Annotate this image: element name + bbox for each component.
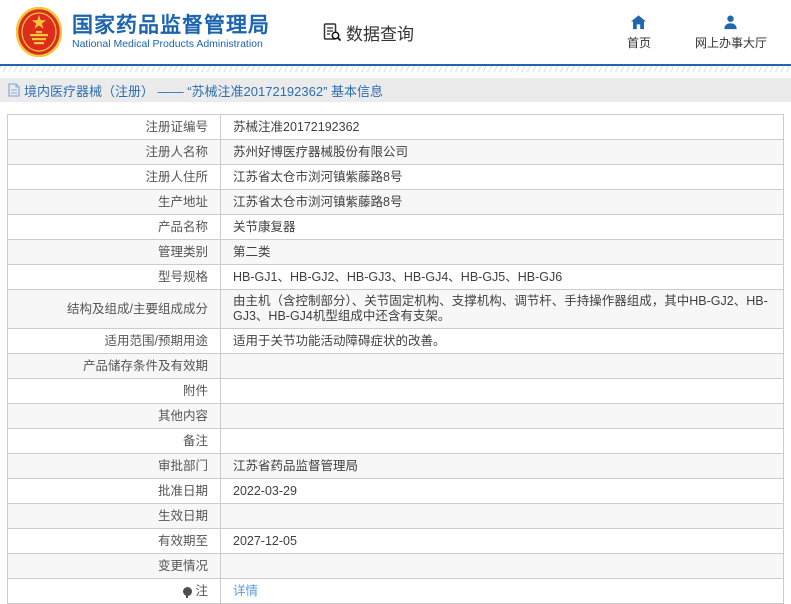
- table-row: 注册人住所 江苏省太仓市浏河镇紫藤路8号: [7, 164, 784, 190]
- table-row: 型号规格 HB-GJ1、HB-GJ2、HB-GJ3、HB-GJ4、HB-GJ5、H…: [7, 264, 784, 290]
- national-emblem-icon: [16, 7, 62, 57]
- site-title: 国家药品监督管理局: [72, 13, 270, 37]
- field-value: 2022-03-29: [220, 478, 784, 504]
- nav-item-service-hall[interactable]: 网上办事大厅: [695, 14, 767, 51]
- table-row: 产品名称 关节康复器: [7, 214, 784, 240]
- table-row: 批准日期 2022-03-29: [7, 478, 784, 504]
- field-value: 江苏省太仓市浏河镇紫藤路8号: [220, 164, 784, 190]
- nav-home-label: 首页: [626, 35, 651, 50]
- header-nav: 首页 网上办事大厅: [617, 14, 777, 51]
- table-row: 产品储存条件及有效期: [7, 353, 784, 379]
- field-value: [220, 378, 784, 404]
- table-row: 管理类别 第二类: [7, 239, 784, 265]
- user-icon: [724, 15, 738, 29]
- table-row: 审批部门 江苏省药品监督管理局: [7, 453, 784, 479]
- document-icon: [8, 83, 20, 97]
- table-row: 变更情况: [7, 553, 784, 579]
- nmpa-logo[interactable]: 国家药品监督管理局 National Medical Products Admi…: [16, 7, 270, 57]
- info-table-body: 注册证编号 苏械注准20172192362 注册人名称 苏州好博医疗器械股份有限公司注…: [7, 114, 784, 604]
- field-value: 第二类: [220, 239, 784, 265]
- field-label: 产品储存条件及有效期: [7, 353, 221, 379]
- field-label: 结构及组成/主要组成成分: [7, 289, 221, 329]
- note-icon: [183, 586, 193, 598]
- table-row: 注详情: [7, 578, 784, 604]
- field-value: 江苏省太仓市浏河镇紫藤路8号: [220, 189, 784, 215]
- field-label: 有效期至: [7, 528, 221, 554]
- data-query-label: 数据查询: [346, 24, 414, 44]
- document-search-icon: [323, 23, 342, 42]
- table-row: 有效期至 2027-12-05: [7, 528, 784, 554]
- table-row: 结构及组成/主要组成成分 由主机（含控制部分）、关节固定机构、支撑机构、调节杆、手…: [7, 289, 784, 329]
- field-value: HB-GJ1、HB-GJ2、HB-GJ3、HB-GJ4、HB-GJ5、HB-GJ…: [220, 264, 784, 290]
- field-label: 注册证编号: [7, 114, 221, 140]
- field-value: [220, 503, 784, 529]
- field-value: [220, 353, 784, 379]
- field-label: 备注: [7, 428, 221, 454]
- nav-service-hall-label: 网上办事大厅: [694, 35, 767, 50]
- field-value: [220, 428, 784, 454]
- breadcrumb: 境内医疗器械（注册） —— “苏械注准20172192362” 基本信息: [0, 78, 791, 102]
- table-row: 注册人名称 苏州好博医疗器械股份有限公司: [7, 139, 784, 165]
- field-value: 苏州好博医疗器械股份有限公司: [220, 139, 784, 165]
- field-label: 型号规格: [7, 264, 221, 290]
- field-label: 产品名称: [7, 214, 221, 240]
- field-label: 注册人住所: [7, 164, 221, 190]
- field-label: 附件: [7, 378, 221, 404]
- field-value: 详情: [220, 578, 784, 604]
- field-value: 2027-12-05: [220, 528, 784, 554]
- field-value: 由主机（含控制部分）、关节固定机构、支撑机构、调节杆、手持操作器组成，其中HB-…: [220, 289, 784, 329]
- field-value: 适用于关节功能活动障碍症状的改善。: [220, 328, 784, 354]
- field-value: 苏械注准20172192362: [220, 114, 784, 140]
- field-label: 注册人名称: [7, 139, 221, 165]
- field-value: 关节康复器: [220, 214, 784, 240]
- field-label: 生效日期: [7, 503, 221, 529]
- table-row: 备注: [7, 428, 784, 454]
- field-value: 江苏省药品监督管理局: [220, 453, 784, 479]
- nav-item-home[interactable]: 首页: [617, 14, 661, 51]
- logo-text: 国家药品监督管理局 National Medical Products Admi…: [72, 13, 270, 52]
- field-label: 批准日期: [7, 478, 221, 504]
- table-row: 生效日期: [7, 503, 784, 529]
- table-row: 其他内容: [7, 403, 784, 429]
- field-label: 变更情况: [7, 553, 221, 579]
- field-label: 生产地址: [7, 189, 221, 215]
- table-row: 生产地址 江苏省太仓市浏河镇紫藤路8号: [7, 189, 784, 215]
- home-icon: [631, 14, 647, 29]
- field-label: 审批部门: [7, 453, 221, 479]
- header-hatch-divider: [0, 66, 791, 72]
- registration-info-table: 注册证编号 苏械注准20172192362 注册人名称 苏州好博医疗器械股份有限公司注…: [7, 114, 784, 604]
- field-value: [220, 553, 784, 579]
- field-label: 注: [7, 578, 221, 604]
- table-row: 附件: [7, 378, 784, 404]
- site-subtitle: National Medical Products Administration: [72, 37, 263, 50]
- table-row: 注册证编号 苏械注准20172192362: [7, 114, 784, 140]
- field-label: 管理类别: [7, 239, 221, 265]
- details-link[interactable]: 详情: [233, 584, 258, 598]
- data-query-tab[interactable]: 数据查询: [322, 20, 414, 45]
- field-label: 适用范围/预期用途: [7, 328, 221, 354]
- field-value: [220, 403, 784, 429]
- page-title: 境内医疗器械（注册） —— “苏械注准20172192362” 基本信息: [24, 83, 384, 99]
- table-row: 适用范围/预期用途 适用于关节功能活动障碍症状的改善。: [7, 328, 784, 354]
- header: 国家药品监督管理局 National Medical Products Admi…: [0, 0, 791, 66]
- field-label: 其他内容: [7, 403, 221, 429]
